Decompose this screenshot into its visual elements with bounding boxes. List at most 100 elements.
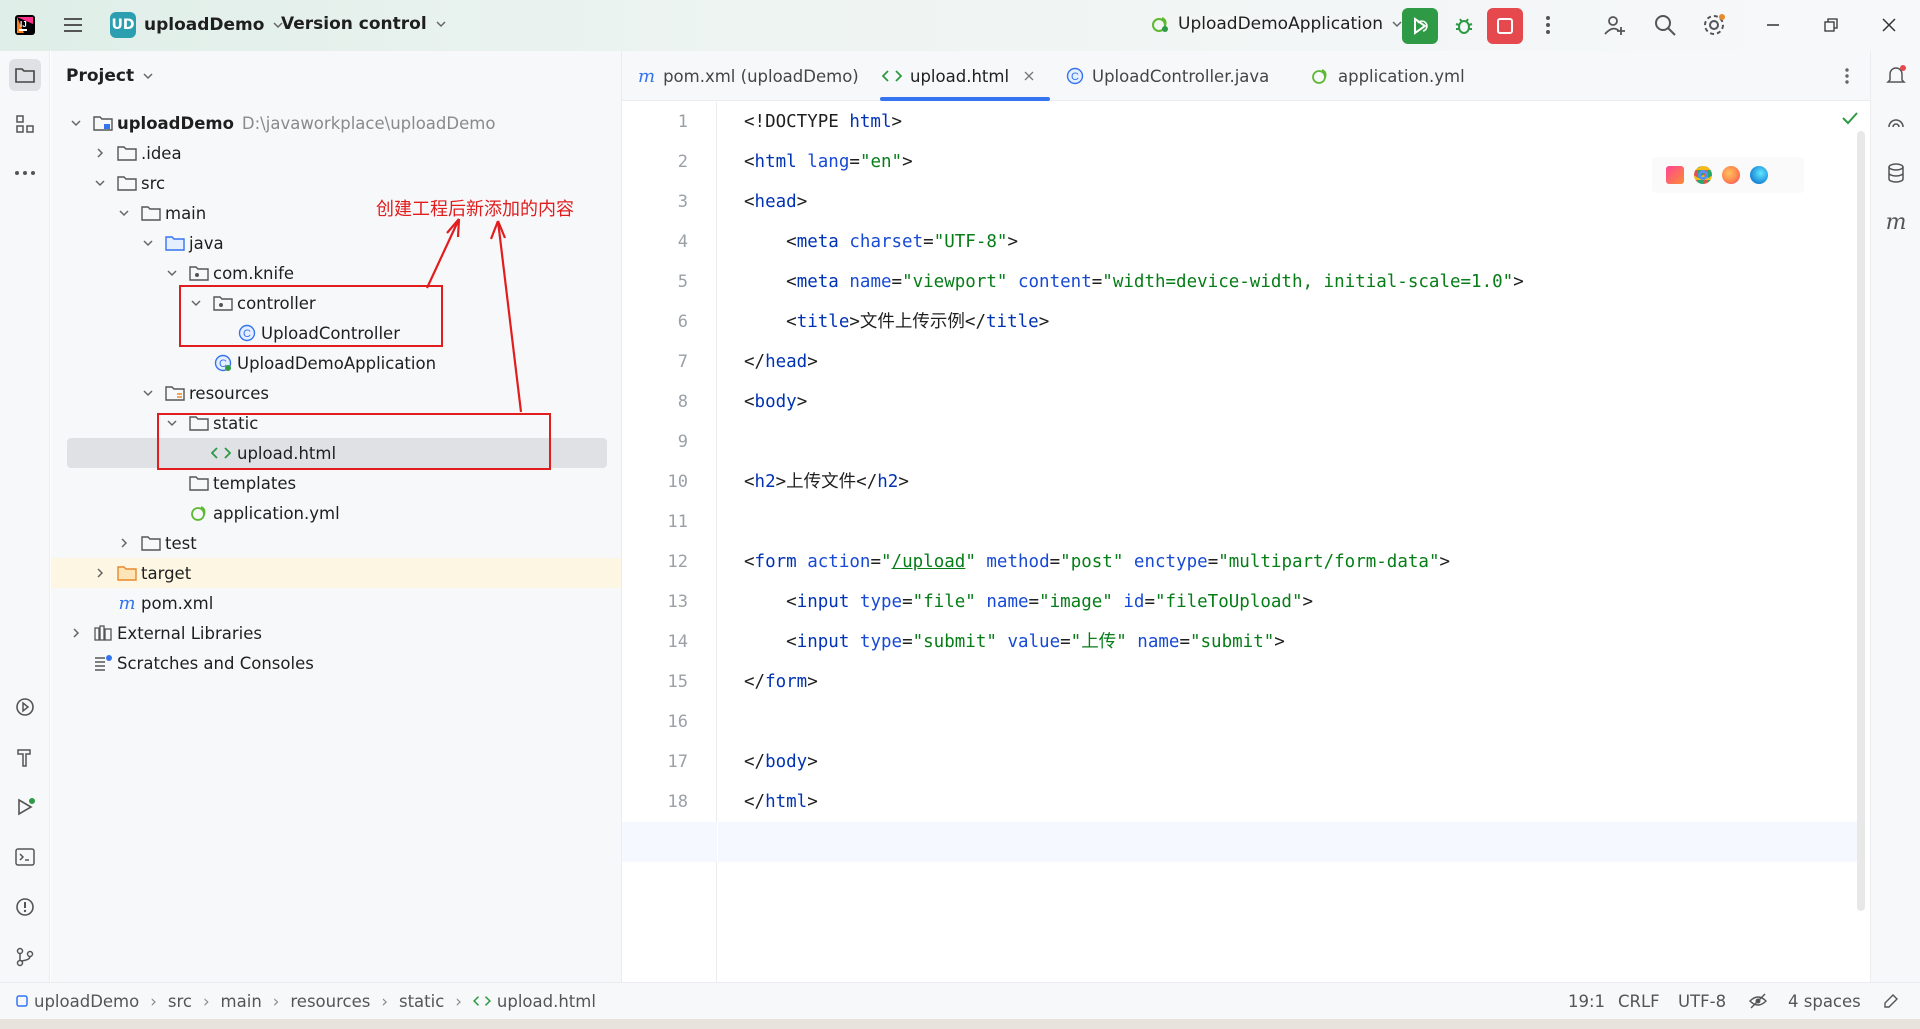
problems-tool-button[interactable] <box>9 891 41 923</box>
hammer-icon <box>17 749 31 767</box>
debug-button[interactable] <box>1450 12 1478 40</box>
module-icon <box>16 995 28 1007</box>
maven-icon: m <box>118 592 136 614</box>
line-number: 4 <box>677 232 688 252</box>
breadcrumb-item[interactable]: main <box>221 992 262 1011</box>
restore-icon[interactable] <box>1820 14 1842 36</box>
run-config-selector[interactable]: UploadDemoApplication <box>1150 14 1403 34</box>
lock-edit-icon[interactable] <box>1882 992 1900 1010</box>
database-icon <box>1888 163 1904 183</box>
line-number: 8 <box>677 392 688 412</box>
readonly-toggle-icon[interactable] <box>1748 992 1768 1010</box>
close-icon[interactable] <box>1878 14 1900 36</box>
firefox-icon[interactable] <box>1722 166 1740 184</box>
notifications-button[interactable] <box>1880 59 1912 91</box>
chevron-right-icon: › <box>381 991 388 1011</box>
structure-tool-button[interactable] <box>9 108 41 140</box>
tree-item-application-yml[interactable]: application.yml <box>51 498 621 528</box>
maven-button[interactable]: m <box>1880 206 1912 238</box>
breadcrumb-item[interactable]: upload.html <box>497 992 596 1011</box>
line-number: 1 <box>677 112 688 132</box>
tab-upload-controller[interactable]: C UploadController.java <box>1066 51 1269 101</box>
line-separator[interactable]: CRLF <box>1618 992 1660 1011</box>
git-branch-icon <box>16 947 34 967</box>
tree-item-label: application.yml <box>213 503 340 523</box>
chrome-icon[interactable] <box>1694 166 1712 184</box>
edge-icon[interactable] <box>1750 166 1768 184</box>
file-encoding[interactable]: UTF-8 <box>1678 992 1726 1011</box>
run-icon <box>18 798 35 816</box>
build-tool-button[interactable] <box>9 741 41 773</box>
stop-button[interactable] <box>1487 8 1523 44</box>
tree-item-target[interactable]: target <box>51 558 621 588</box>
code-line: </html> <box>744 792 818 812</box>
add-user-icon[interactable] <box>1602 12 1628 38</box>
project-selector[interactable]: UD uploadDemo <box>110 12 284 38</box>
breadcrumb-item[interactable]: uploadDemo <box>34 992 139 1011</box>
database-button[interactable] <box>1880 157 1912 189</box>
caret-position[interactable]: 19:1 <box>1568 992 1605 1011</box>
line-number: 2 <box>677 152 688 172</box>
line-number: 3 <box>677 192 688 212</box>
services-icon <box>16 698 34 716</box>
run-tool-button[interactable] <box>9 791 41 823</box>
settings-gear-icon[interactable] <box>1701 12 1727 38</box>
editor-scrollbar[interactable] <box>1857 131 1865 911</box>
terminal-tool-button[interactable] <box>9 841 41 873</box>
tab-upload-html[interactable]: upload.html <box>882 51 1035 101</box>
tab-application-yml[interactable]: application.yml <box>1310 51 1465 101</box>
code-line: <meta charset="UTF-8"> <box>744 232 1018 252</box>
tree-item-scratches[interactable]: Scratches and Consoles <box>51 648 621 678</box>
structure-icon <box>16 115 34 133</box>
title-bar: IJ UD uploadDemo Version control UploadD… <box>0 0 1920 51</box>
tree-item-pom-xml[interactable]: m pom.xml <box>51 588 621 618</box>
folder-icon <box>141 533 161 553</box>
more-tools-button[interactable] <box>9 157 41 189</box>
rerun-button[interactable] <box>1402 8 1438 44</box>
tab-options-icon[interactable] <box>1844 67 1850 85</box>
chevron-right-icon[interactable] <box>117 536 131 550</box>
project-badge: UD <box>110 12 136 38</box>
ai-assistant-icon <box>1888 119 1904 128</box>
inspection-ok-icon[interactable] <box>1842 111 1858 125</box>
line-number: 15 <box>667 672 688 692</box>
code-line: <h2>上传文件</h2> <box>744 472 909 492</box>
breadcrumb-item[interactable]: src <box>168 992 192 1011</box>
maven-icon: m <box>1885 209 1907 235</box>
breadcrumb: uploadDemo › src › main › resources › st… <box>16 992 596 1011</box>
code-line: </body> <box>744 752 818 772</box>
code-editor[interactable]: <!DOCTYPE html> <html lang="en"> <head> … <box>718 102 1858 982</box>
status-bar: uploadDemo › src › main › resources › st… <box>0 982 1920 1019</box>
current-code-line <box>718 822 1858 862</box>
more-actions-icon[interactable] <box>1538 14 1558 36</box>
tab-pom-xml[interactable]: m pom.xml (uploadDemo) <box>638 51 859 101</box>
chevron-right-icon[interactable] <box>69 626 83 640</box>
chevron-right-icon: › <box>272 991 280 1011</box>
git-tool-button[interactable] <box>9 941 41 973</box>
search-icon[interactable] <box>1652 12 1678 38</box>
intellij-browser-icon[interactable] <box>1666 166 1684 184</box>
line-number: 13 <box>667 592 688 612</box>
line-number: 17 <box>667 752 688 772</box>
chevron-right-icon[interactable] <box>93 566 107 580</box>
services-tool-button[interactable] <box>9 691 41 723</box>
chevron-down-icon <box>435 18 447 30</box>
breadcrumb-item[interactable]: static <box>399 992 444 1011</box>
spring-config-icon <box>1310 66 1330 86</box>
line-number: 11 <box>667 512 688 532</box>
tree-item-external-libraries[interactable]: External Libraries <box>51 618 621 648</box>
breadcrumb-item[interactable]: resources <box>290 992 370 1011</box>
minimize-icon[interactable] <box>1762 14 1784 36</box>
close-tab-icon[interactable] <box>1023 70 1035 82</box>
tree-item-test[interactable]: test <box>51 528 621 558</box>
ai-assistant-button[interactable] <box>1880 108 1912 140</box>
project-tool-button[interactable] <box>9 59 41 91</box>
main-menu-icon[interactable] <box>62 14 84 36</box>
vcs-selector[interactable]: Version control <box>281 14 447 34</box>
code-line: <meta name="viewport" content="width=dev… <box>744 272 1524 292</box>
indent-setting[interactable]: 4 spaces <box>1788 992 1861 1011</box>
tab-label: application.yml <box>1338 66 1465 86</box>
line-number: 16 <box>667 712 688 732</box>
chevron-right-icon: › <box>202 991 210 1011</box>
line-number: 10 <box>667 472 688 492</box>
